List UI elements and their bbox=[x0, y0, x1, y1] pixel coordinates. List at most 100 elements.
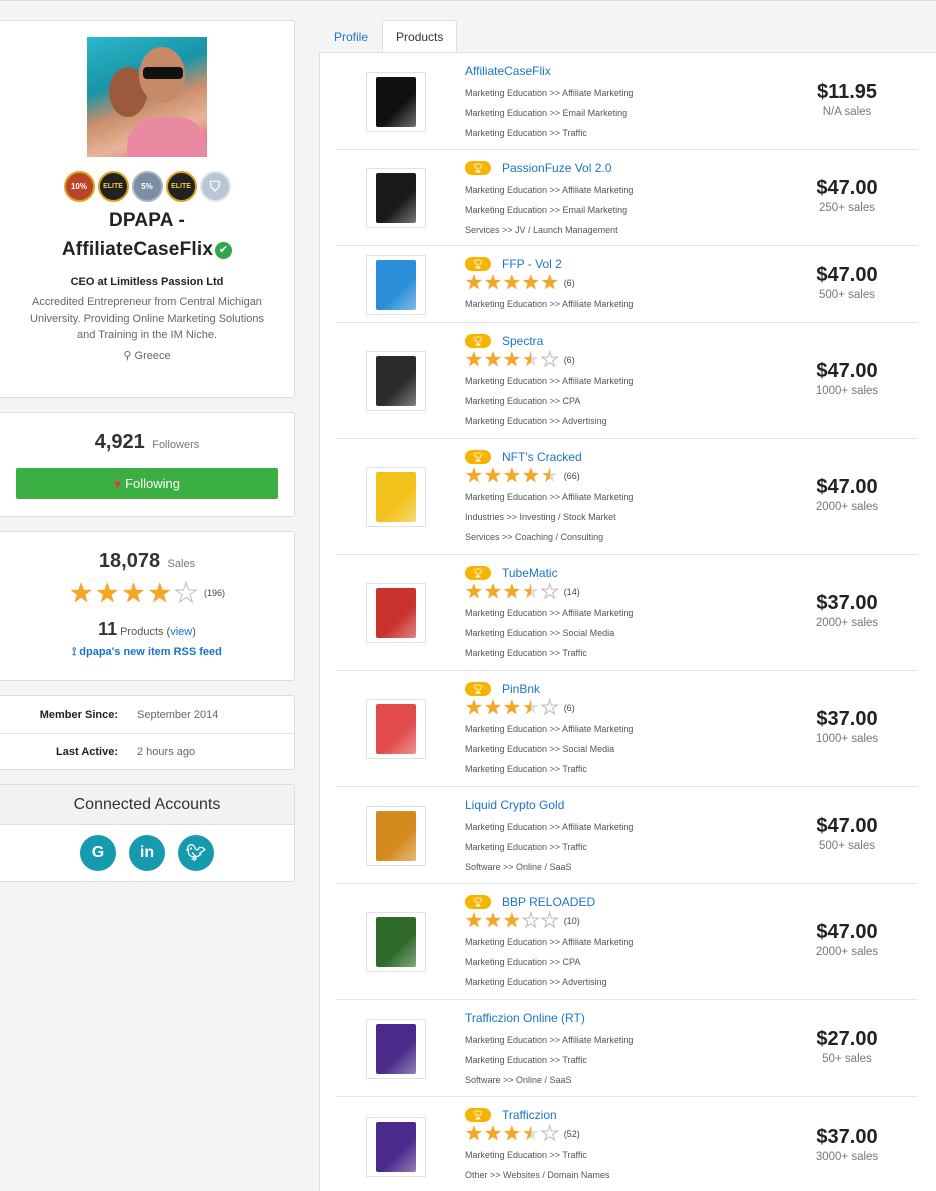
star-full-icon: ★ bbox=[483, 910, 502, 932]
view-products-link[interactable]: view bbox=[170, 626, 192, 638]
following-button-label: Following bbox=[125, 476, 181, 491]
product-price-box: $37.00 2000+ sales bbox=[776, 591, 918, 631]
product-category: Marketing Education >> Social Media bbox=[465, 744, 615, 754]
product-price: $47.00 bbox=[816, 921, 878, 943]
star-full-icon: ★ bbox=[502, 581, 521, 603]
twitter-icon[interactable]: 🐦︎ bbox=[178, 835, 214, 871]
product-info: 🏆︎ Spectra ★ ★ ★ ★ ★ (6) Marketing Education >> … bbox=[465, 333, 785, 431]
product-thumbnail[interactable] bbox=[366, 72, 426, 132]
tab-profile[interactable]: Profile bbox=[320, 20, 382, 52]
product-image bbox=[376, 173, 416, 223]
product-thumbnail[interactable] bbox=[366, 351, 426, 411]
product-thumbnail[interactable] bbox=[366, 467, 426, 527]
product-name-link[interactable]: PinBnk bbox=[502, 682, 540, 696]
product-thumbnail[interactable] bbox=[366, 806, 426, 866]
star-full-icon: ★ bbox=[483, 581, 502, 603]
product-thumbnail[interactable] bbox=[366, 1117, 426, 1177]
product-price: $47.00 bbox=[816, 360, 878, 382]
product-price-box: $47.00 1000+ sales bbox=[776, 359, 918, 399]
product-rating-count: (52) bbox=[563, 1129, 580, 1139]
product-rating-count: (10) bbox=[563, 916, 580, 926]
product-thumbnail[interactable] bbox=[366, 583, 426, 643]
product-category: Services >> Coaching / Consulting bbox=[465, 532, 604, 542]
star-empty-icon: ★ bbox=[540, 697, 559, 720]
star-full-icon: ★ bbox=[483, 1123, 502, 1145]
product-row[interactable]: 🏆︎ Spectra ★ ★ ★ ★ ★ (6) Marketing Education >> … bbox=[336, 323, 918, 439]
product-thumbnail[interactable] bbox=[366, 255, 426, 315]
product-rating-count: (6) bbox=[563, 703, 575, 713]
star-empty-icon: ★ bbox=[540, 581, 559, 604]
product-name-link[interactable]: Liquid Crypto Gold bbox=[465, 798, 564, 812]
product-thumbnail[interactable] bbox=[366, 1019, 426, 1079]
product-name-link[interactable]: TubeMatic bbox=[502, 566, 558, 580]
product-row[interactable]: AffiliateCaseFlix Marketing Education >> … bbox=[336, 53, 918, 150]
product-image bbox=[376, 588, 416, 638]
product-sales: 2000+ sales bbox=[815, 946, 879, 958]
product-name-link[interactable]: FFP - Vol 2 bbox=[502, 257, 562, 271]
product-price-box: $37.00 1000+ sales bbox=[776, 707, 918, 747]
product-name-link[interactable]: BBP RELOADED bbox=[502, 895, 595, 909]
product-row[interactable]: 🏆︎ TubeMatic ★ ★ ★ ★ ★ (14) Marketing Education … bbox=[336, 555, 918, 671]
profile-title: CEO at Limitless Passion Ltd bbox=[70, 276, 224, 288]
seller-rating: ★ ★ ★ ★ ★ (196) bbox=[0, 579, 294, 608]
product-name-row: 🏆︎ Spectra bbox=[465, 333, 785, 349]
star-full-icon: ★ bbox=[465, 697, 483, 719]
product-name-link[interactable]: NFT's Cracked bbox=[502, 450, 582, 464]
star-full-icon: ★ bbox=[465, 581, 483, 603]
product-image bbox=[376, 811, 416, 861]
product-category: Industries >> Investing / Stock Market bbox=[465, 512, 616, 522]
product-rating: ★ ★ ★ ★ ★ (10) bbox=[465, 910, 785, 933]
product-name-link[interactable]: PassionFuze Vol 2.0 bbox=[502, 161, 611, 175]
product-name-link[interactable]: Trafficzion bbox=[502, 1108, 557, 1122]
product-price: $27.00 bbox=[816, 1028, 878, 1050]
product-price-box: $27.00 50+ sales bbox=[776, 1027, 918, 1067]
product-row[interactable]: Trafficzion Online (RT) Marketing Educati… bbox=[336, 1000, 918, 1097]
badge-top-5-icon: 5% bbox=[131, 171, 163, 202]
map-pin-icon: ⚲ bbox=[123, 349, 132, 362]
last-active-label: Last Active: bbox=[56, 746, 118, 758]
trophy-icon: 🏆︎ bbox=[465, 895, 491, 909]
profile-name-line1: DPAPA - bbox=[109, 210, 185, 231]
sales-label: Sales bbox=[167, 558, 196, 570]
product-row[interactable]: 🏆︎ Trafficzion ★ ★ ★ ★ ★ (52) Marketing Educatio… bbox=[336, 1097, 918, 1191]
product-name-link[interactable]: Spectra bbox=[502, 334, 543, 348]
star-empty-icon: ★ bbox=[540, 910, 559, 933]
product-thumbnail[interactable] bbox=[366, 168, 426, 228]
linkedin-icon[interactable]: in bbox=[129, 835, 165, 871]
product-name-row: Trafficzion Online (RT) bbox=[465, 1010, 785, 1026]
location-text: Greece bbox=[134, 349, 171, 362]
product-thumbnail[interactable] bbox=[366, 699, 426, 759]
rss-feed-link[interactable]: ⟟ dpapa's new item RSS feed bbox=[0, 646, 294, 659]
product-price-box: $47.00 2000+ sales bbox=[776, 475, 918, 515]
star-half-icon: ★ bbox=[540, 465, 559, 487]
product-row[interactable]: 🏆︎ FFP - Vol 2 ★ ★ ★ ★ ★ (6) Marketing Education… bbox=[336, 246, 918, 323]
star-empty-icon: ★ bbox=[521, 910, 540, 933]
product-price: $47.00 bbox=[816, 815, 878, 837]
product-name-link[interactable]: AffiliateCaseFlix bbox=[465, 64, 551, 78]
google-icon[interactable]: G bbox=[80, 835, 116, 871]
star-full-icon: ★ bbox=[465, 349, 483, 371]
product-category: Marketing Education >> Affiliate Marketi… bbox=[465, 88, 634, 98]
product-category: Marketing Education >> Affiliate Marketi… bbox=[465, 608, 634, 618]
product-name-link[interactable]: Trafficzion Online (RT) bbox=[465, 1011, 585, 1025]
trophy-icon: 🏆︎ bbox=[465, 161, 491, 175]
last-active-row: Last Active: 2 hours ago bbox=[0, 733, 294, 770]
member-info-card: Member Since: September 2014 Last Active… bbox=[0, 695, 295, 770]
product-thumbnail[interactable] bbox=[366, 912, 426, 972]
product-category: Marketing Education >> Traffic bbox=[465, 764, 587, 774]
following-button[interactable]: ♥ Following bbox=[16, 468, 278, 499]
tab-products[interactable]: Products bbox=[382, 20, 458, 53]
product-row[interactable]: 🏆︎ PassionFuze Vol 2.0 Marketing Education… bbox=[336, 150, 918, 246]
heart-icon: ♥ bbox=[113, 477, 122, 491]
product-row[interactable]: Liquid Crypto Gold Marketing Education >>… bbox=[336, 787, 918, 884]
product-price-box: $47.00 500+ sales bbox=[776, 814, 918, 854]
star-empty-icon: ★ bbox=[540, 1123, 559, 1146]
product-row[interactable]: 🏆︎ NFT's Cracked ★ ★ ★ ★ ★ (66) Marketing Educat… bbox=[336, 439, 918, 555]
product-price: $47.00 bbox=[816, 264, 878, 286]
product-price-box: $47.00 500+ sales bbox=[776, 263, 918, 303]
product-row[interactable]: 🏆︎ BBP RELOADED ★ ★ ★ ★ ★ (10) Marketing Educati… bbox=[336, 884, 918, 1000]
product-name-row: 🏆︎ NFT's Cracked bbox=[465, 449, 785, 465]
product-price: $47.00 bbox=[816, 476, 878, 498]
product-row[interactable]: 🏆︎ PinBnk ★ ★ ★ ★ ★ (6) Marketing Education >> A… bbox=[336, 671, 918, 787]
product-image bbox=[376, 472, 416, 522]
